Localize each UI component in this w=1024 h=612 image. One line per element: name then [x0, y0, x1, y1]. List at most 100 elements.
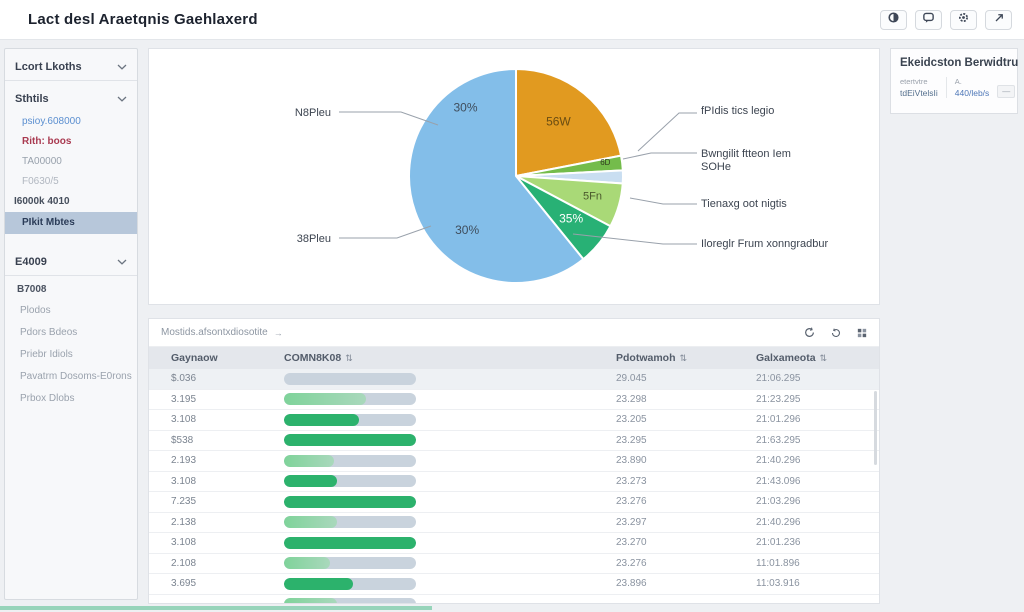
sidebar-section-header[interactable]: E4009 — [5, 248, 137, 276]
callout-line — [623, 153, 697, 159]
table-row[interactable]: 3.19523.29821:23.295 — [149, 390, 879, 411]
progress-bar — [284, 598, 416, 604]
progress-fill — [284, 598, 337, 604]
header-action-globe[interactable] — [880, 10, 907, 30]
callout-label: Tienaxg oot nigtis — [701, 198, 787, 210]
cell-value: 3.108 — [149, 537, 284, 548]
pie-slice-value-label: 30% — [455, 223, 479, 237]
cell-progress — [284, 578, 616, 590]
sidebar-item[interactable]: Pdors Bdeos — [5, 322, 137, 344]
cell-value: $.036 — [149, 373, 284, 384]
table-header-row: Gaynaow COMN8K08 ⇅ Pdotwamoh ⇅ Galxameot… — [149, 347, 879, 369]
right-panel-stats: etertvtre tdEiVtelsIi A. 440/leb/s — — [900, 77, 1008, 98]
cell-value: 2.108 — [149, 558, 284, 569]
callout-label: Iloreglr Frum xonngradbur — [701, 238, 829, 250]
stat-block: etertvtre tdEiVtelsIi — [900, 77, 938, 98]
table-filter-dropdown[interactable]: Mostids.afsontxdiosotite → — [161, 327, 283, 338]
sidebar-item[interactable]: F0630/5 — [5, 172, 137, 192]
sidebar-item[interactable]: B7008 — [5, 280, 137, 300]
cell-progress — [284, 598, 616, 604]
progress-bar — [284, 537, 416, 549]
cell-value: $538 — [149, 435, 284, 446]
cell-value: 23.270 — [616, 537, 756, 548]
more-button[interactable]: — — [997, 85, 1015, 98]
progress-bar — [284, 414, 416, 426]
progress-fill — [284, 496, 416, 508]
table-row[interactable] — [149, 595, 879, 605]
cell-value: 23.298 — [616, 394, 756, 405]
sidebar-item[interactable]: I6000k 4010 — [5, 192, 137, 212]
callout-line — [638, 113, 697, 151]
sidebar-item[interactable]: PIkit Mbtes — [5, 212, 137, 234]
progress-bar — [284, 434, 416, 446]
table-row[interactable]: 2.10823.27611:01.896 — [149, 554, 879, 575]
progress-fill — [284, 578, 353, 590]
app-header: Lact desl Araetqnis Gaehlaxerd — [0, 0, 1024, 40]
progress-bar — [284, 455, 416, 467]
table-card: Mostids.afsontxdiosotite → Gaynaow COMN8… — [148, 318, 880, 604]
header-action-chat[interactable] — [915, 10, 942, 30]
table-row[interactable]: 3.10823.27021:01.236 — [149, 533, 879, 554]
sidebar-section-header[interactable]: Sthtils — [5, 85, 137, 112]
table-row[interactable]: $.03629.04521:06.295 — [149, 369, 879, 390]
sidebar-item[interactable]: Pavatrm Dosoms-E0rons — [5, 366, 137, 388]
sidebar-section-label: Lcort Lkoths — [15, 61, 82, 73]
header-action-gear[interactable] — [950, 10, 977, 30]
sidebar-item[interactable]: Rith: boos — [5, 132, 137, 152]
cell-value: 3.195 — [149, 394, 284, 405]
progress-fill — [284, 434, 416, 446]
grid-icon[interactable] — [857, 328, 867, 338]
sidebar-section: E4009 B7008PlodosPdors BdeosPriebr Idiols… — [5, 248, 137, 410]
table-filter-label: Mostids.afsontxdiosotite — [161, 327, 268, 338]
cell-value: 21:40.296 — [756, 517, 879, 528]
callout-label: Bwngilit ftteon IemSOHe — [701, 148, 791, 173]
pie-slice-value-label: 6D — [600, 158, 610, 167]
table-row[interactable]: 3.69523.89611:03.916 — [149, 574, 879, 595]
progress-bar — [284, 373, 416, 385]
callout-line — [339, 226, 431, 238]
progress-bar — [284, 475, 416, 487]
table-body: $.03629.04521:06.2953.19523.29821:23.295… — [149, 369, 879, 604]
cell-value: 23.295 — [616, 435, 756, 446]
column-header[interactable]: Galxameota ⇅ — [756, 352, 879, 364]
cell-progress — [284, 373, 616, 385]
column-header[interactable]: Pdotwamoh ⇅ — [616, 352, 756, 364]
cell-value: 3.108 — [149, 414, 284, 425]
table-row[interactable]: 3.10823.27321:43.096 — [149, 472, 879, 493]
sidebar-item[interactable]: Prbox Dlobs — [5, 388, 137, 410]
refresh-icon[interactable] — [804, 327, 815, 338]
cell-value: 2.193 — [149, 455, 284, 466]
column-header[interactable]: Gaynaow — [149, 352, 284, 364]
cell-value: 21:06.295 — [756, 373, 879, 384]
cell-progress — [284, 537, 616, 549]
callout-line — [630, 198, 697, 204]
sidebar-item[interactable]: psioy.608000 — [5, 112, 137, 132]
pie-slice-value-label: 30% — [454, 100, 478, 114]
cell-value: 23.273 — [616, 476, 756, 487]
page-title: Lact desl Araetqnis Gaehlaxerd — [12, 11, 258, 28]
sidebar-section-header[interactable]: Lcort Lkoths — [5, 53, 137, 81]
sidebar-item[interactable]: Plodos — [5, 300, 137, 322]
cell-progress — [284, 393, 616, 405]
cell-value: 23.205 — [616, 414, 756, 425]
rotate-icon[interactable] — [831, 328, 841, 338]
globe-icon — [887, 11, 900, 29]
progress-fill — [284, 475, 337, 487]
table-scrollbar[interactable] — [874, 391, 877, 465]
gear-icon — [957, 11, 970, 29]
table-row[interactable]: $53823.29521:63.295 — [149, 431, 879, 452]
column-header[interactable]: COMN8K08 ⇅ — [284, 352, 616, 364]
right-panel-title: Ekeidcston Berwidtru — [900, 57, 1008, 69]
cell-progress — [284, 434, 616, 446]
pie-chart-card: 56W6D5Fn35%30%30%N8Pleu38PleufPIdis tics… — [148, 48, 880, 305]
table-row[interactable]: 7.23523.27621:03.296 — [149, 492, 879, 513]
stat-block: A. 440/leb/s — [946, 77, 990, 98]
progress-bar — [284, 578, 416, 590]
sidebar-item[interactable]: Priebr Idiols — [5, 344, 137, 366]
progress-fill — [284, 393, 366, 405]
header-action-share[interactable] — [985, 10, 1012, 30]
table-row[interactable]: 2.13823.29721:40.296 — [149, 513, 879, 534]
table-row[interactable]: 2.19323.89021:40.296 — [149, 451, 879, 472]
sidebar-item[interactable]: TA00000 — [5, 152, 137, 172]
table-row[interactable]: 3.10823.20521:01.296 — [149, 410, 879, 431]
